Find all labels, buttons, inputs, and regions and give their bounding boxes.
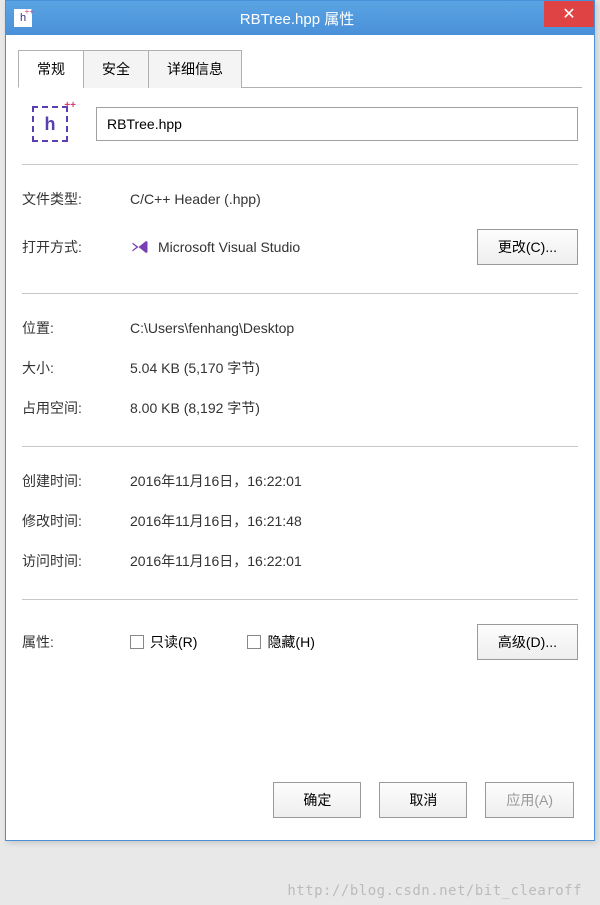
properties-window: h++ RBTree.hpp 属性 ✕ 常规 安全 详细信息 h++ 文件类型:… — [5, 0, 595, 841]
value-created: 2016年11月16日，16:22:01 — [130, 471, 578, 491]
readonly-label: 只读(R) — [150, 632, 197, 652]
advanced-button[interactable]: 高级(D)... — [477, 624, 578, 660]
cancel-button[interactable]: 取消 — [379, 782, 467, 818]
watermark-text: http://blog.csdn.net/bit_clearoff — [287, 883, 582, 899]
spacer — [18, 688, 582, 768]
window-title: RBTree.hpp 属性 — [40, 8, 554, 29]
checkbox-icon — [130, 635, 144, 649]
hidden-label: 隐藏(H) — [267, 632, 314, 652]
checkbox-icon — [247, 635, 261, 649]
label-size-on-disk: 占用空间: — [22, 398, 130, 418]
tab-security[interactable]: 安全 — [83, 50, 149, 88]
apply-button[interactable]: 应用(A) — [485, 782, 574, 818]
ok-button[interactable]: 确定 — [273, 782, 361, 818]
value-accessed: 2016年11月16日，16:22:01 — [130, 551, 578, 571]
value-size-on-disk: 8.00 KB (8,192 字节) — [130, 398, 578, 418]
client-area: 常规 安全 详细信息 h++ 文件类型: C/C++ Header (.hpp)… — [6, 35, 594, 840]
label-filetype: 文件类型: — [22, 189, 130, 209]
filename-input[interactable] — [96, 107, 578, 141]
file-header-row: h++ — [18, 106, 582, 164]
value-filetype: C/C++ Header (.hpp) — [130, 191, 578, 207]
label-size: 大小: — [22, 358, 130, 378]
value-opens-with: Microsoft Visual Studio 更改(C)... — [130, 229, 578, 265]
titlebar[interactable]: h++ RBTree.hpp 属性 ✕ — [6, 1, 594, 35]
value-location: C:\Users\fenhang\Desktop — [130, 320, 578, 336]
section-location: 位置: C:\Users\fenhang\Desktop 大小: 5.04 KB… — [18, 294, 582, 446]
change-button[interactable]: 更改(C)... — [477, 229, 578, 265]
hpp-large-icon: h++ — [32, 106, 68, 142]
tabstrip: 常规 安全 详细信息 — [18, 49, 582, 88]
section-attributes: 属性: 只读(R) 隐藏(H) 高级(D)... — [18, 600, 582, 688]
section-type: 文件类型: C/C++ Header (.hpp) 打开方式: Microsof… — [18, 165, 582, 293]
readonly-checkbox[interactable]: 只读(R) — [130, 632, 197, 652]
label-opens-with: 打开方式: — [22, 237, 130, 257]
label-accessed: 访问时间: — [22, 551, 130, 571]
opens-with-text: Microsoft Visual Studio — [158, 239, 300, 255]
label-modified: 修改时间: — [22, 511, 130, 531]
value-modified: 2016年11月16日，16:21:48 — [130, 511, 578, 531]
tab-details[interactable]: 详细信息 — [148, 50, 242, 88]
footer-buttons: 确定 取消 应用(A) — [18, 768, 582, 828]
hpp-file-icon: h++ — [14, 9, 32, 27]
close-button[interactable]: ✕ — [544, 1, 594, 27]
label-created: 创建时间: — [22, 471, 130, 491]
hidden-checkbox[interactable]: 隐藏(H) — [247, 632, 314, 652]
section-times: 创建时间: 2016年11月16日，16:22:01 修改时间: 2016年11… — [18, 447, 582, 599]
label-location: 位置: — [22, 318, 130, 338]
visual-studio-icon — [130, 239, 150, 255]
tab-general[interactable]: 常规 — [18, 50, 84, 88]
close-icon: ✕ — [562, 4, 575, 24]
value-size: 5.04 KB (5,170 字节) — [130, 358, 578, 378]
label-attributes: 属性: — [22, 632, 130, 652]
